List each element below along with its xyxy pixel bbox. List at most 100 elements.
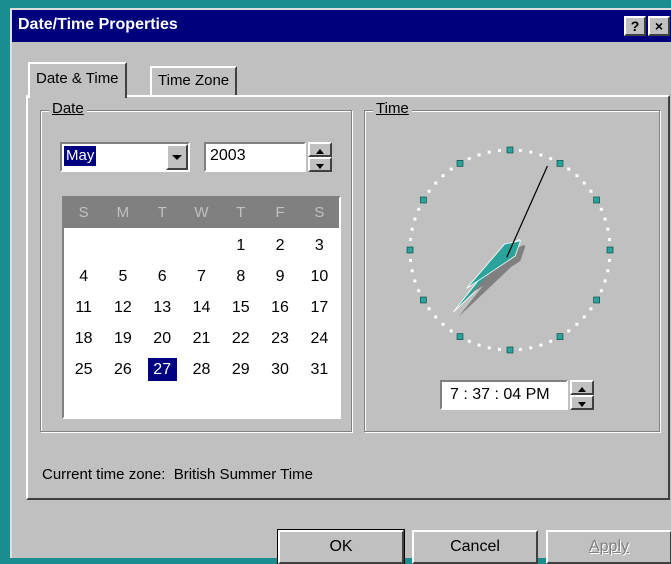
arrow-up-icon bbox=[316, 149, 324, 154]
window-title: Date/Time Properties bbox=[18, 16, 178, 33]
calendar-empty-cell bbox=[64, 230, 103, 261]
minute-marker bbox=[518, 347, 522, 351]
calendar-empty-cell bbox=[143, 230, 182, 261]
time-group-label-text: Time bbox=[376, 100, 409, 117]
calendar-day[interactable]: 10 bbox=[300, 261, 339, 292]
date-time-properties-window: Date/Time Properties ? × Date & Time Tim… bbox=[10, 8, 671, 564]
minute-marker bbox=[410, 269, 414, 273]
calendar-day[interactable]: 16 bbox=[260, 292, 299, 323]
calendar-day[interactable]: 9 bbox=[260, 261, 299, 292]
minute-marker bbox=[417, 207, 421, 211]
calendar-day[interactable]: 12 bbox=[103, 292, 142, 323]
date-group-label-text: Date bbox=[52, 100, 84, 117]
minute-marker bbox=[434, 315, 438, 319]
minute-marker bbox=[606, 227, 610, 231]
cancel-button-label: Cancel bbox=[450, 538, 500, 555]
calendar-day[interactable]: 1 bbox=[221, 230, 260, 261]
hour-marker bbox=[593, 196, 600, 204]
calendar-day[interactable]: 28 bbox=[182, 354, 221, 385]
calendar-day[interactable]: 30 bbox=[260, 354, 299, 385]
calendar-day[interactable]: 13 bbox=[143, 292, 182, 323]
calendar-day[interactable]: 5 bbox=[103, 261, 142, 292]
help-button[interactable]: ? bbox=[624, 16, 646, 36]
calendar-day[interactable]: 8 bbox=[221, 261, 260, 292]
minute-marker bbox=[477, 343, 481, 347]
year-up-button[interactable] bbox=[308, 142, 332, 157]
calendar-day[interactable]: 18 bbox=[64, 323, 103, 354]
minute-marker bbox=[607, 258, 611, 262]
date-group-label: Date bbox=[49, 100, 87, 117]
minute-marker bbox=[498, 149, 502, 153]
weekday-label: W bbox=[194, 204, 209, 221]
time-value: 7 : 37 : 04 PM bbox=[450, 386, 550, 403]
minute-marker bbox=[417, 289, 421, 293]
calendar-day[interactable]: 3 bbox=[300, 230, 339, 261]
calendar-day[interactable]: 26 bbox=[103, 354, 142, 385]
calendar-day-selected[interactable]: 27 bbox=[147, 358, 177, 381]
year-spinner[interactable] bbox=[308, 142, 332, 172]
time-down-button[interactable] bbox=[570, 395, 594, 410]
minute-marker bbox=[575, 322, 579, 326]
time-group-label: Time bbox=[373, 100, 412, 117]
minute-marker bbox=[427, 189, 431, 193]
close-button[interactable]: × bbox=[648, 16, 670, 36]
minute-marker bbox=[434, 181, 438, 185]
minute-marker bbox=[603, 217, 607, 221]
calendar-day[interactable]: 22 bbox=[221, 323, 260, 354]
calendar-day[interactable]: 31 bbox=[300, 354, 339, 385]
calendar-day[interactable]: 24 bbox=[300, 323, 339, 354]
time-field[interactable]: 7 : 37 : 04 PM bbox=[440, 380, 568, 410]
weekday-label: T bbox=[157, 204, 167, 221]
minute-marker bbox=[529, 346, 533, 350]
tab-date-time[interactable]: Date & Time bbox=[28, 62, 127, 98]
calendar-day[interactable]: 20 bbox=[143, 323, 182, 354]
minute-marker bbox=[498, 347, 502, 351]
calendar-empty-cell bbox=[103, 230, 142, 261]
calendar-day[interactable]: 11 bbox=[64, 292, 103, 323]
minute-marker bbox=[589, 189, 593, 193]
calendar-day[interactable]: 15 bbox=[221, 292, 260, 323]
calendar-day[interactable]: 2 bbox=[260, 230, 299, 261]
calendar-day[interactable]: 21 bbox=[182, 323, 221, 354]
ok-button-label: OK bbox=[329, 538, 353, 555]
minute-marker bbox=[539, 343, 543, 347]
calendar-day[interactable]: 17 bbox=[300, 292, 339, 323]
minute-marker bbox=[413, 217, 417, 221]
cancel-button[interactable]: Cancel bbox=[412, 530, 538, 564]
time-up-button[interactable] bbox=[570, 380, 594, 395]
minute-marker bbox=[567, 167, 571, 171]
year-down-button[interactable] bbox=[308, 157, 332, 172]
calendar[interactable]: S M T W T F S 1 2 3 4 5 6 7 8 9 10 11 12 13 14 15 16 17 1… bbox=[62, 196, 341, 419]
tab-time-zone[interactable]: Time Zone bbox=[150, 66, 238, 96]
calendar-day[interactable]: 4 bbox=[64, 261, 103, 292]
ok-button[interactable]: OK bbox=[277, 529, 405, 564]
minute-marker bbox=[487, 150, 491, 154]
chevron-down-icon bbox=[172, 155, 182, 160]
minute-marker bbox=[467, 157, 471, 161]
month-dropdown-button[interactable] bbox=[166, 144, 188, 170]
calendar-day[interactable]: 25 bbox=[64, 354, 103, 385]
time-spinner[interactable] bbox=[570, 380, 594, 410]
minute-marker bbox=[539, 153, 543, 157]
month-dropdown[interactable]: May bbox=[60, 142, 190, 172]
year-field[interactable]: 2003 bbox=[204, 142, 306, 172]
arrow-down-icon bbox=[578, 402, 586, 407]
calendar-weekday-header: S M T W T F S bbox=[64, 198, 339, 228]
apply-button[interactable]: Apply bbox=[546, 530, 671, 564]
minute-marker bbox=[589, 307, 593, 311]
calendar-day[interactable]: 14 bbox=[182, 292, 221, 323]
hour-marker bbox=[456, 333, 464, 340]
calendar-day[interactable]: 19 bbox=[103, 323, 142, 354]
minute-marker bbox=[582, 315, 586, 319]
minute-marker bbox=[607, 238, 611, 242]
minute-marker bbox=[409, 238, 413, 242]
weekday-label: T bbox=[236, 204, 246, 221]
minute-marker bbox=[477, 153, 481, 157]
weekday-label: S bbox=[78, 204, 89, 221]
calendar-day[interactable]: 6 bbox=[143, 261, 182, 292]
calendar-day[interactable]: 29 bbox=[221, 354, 260, 385]
calendar-day[interactable]: 7 bbox=[182, 261, 221, 292]
current-timezone-text: Current time zone: British Summer Time bbox=[42, 466, 313, 483]
title-bar[interactable]: Date/Time Properties ? × bbox=[12, 10, 671, 42]
calendar-day[interactable]: 23 bbox=[260, 323, 299, 354]
